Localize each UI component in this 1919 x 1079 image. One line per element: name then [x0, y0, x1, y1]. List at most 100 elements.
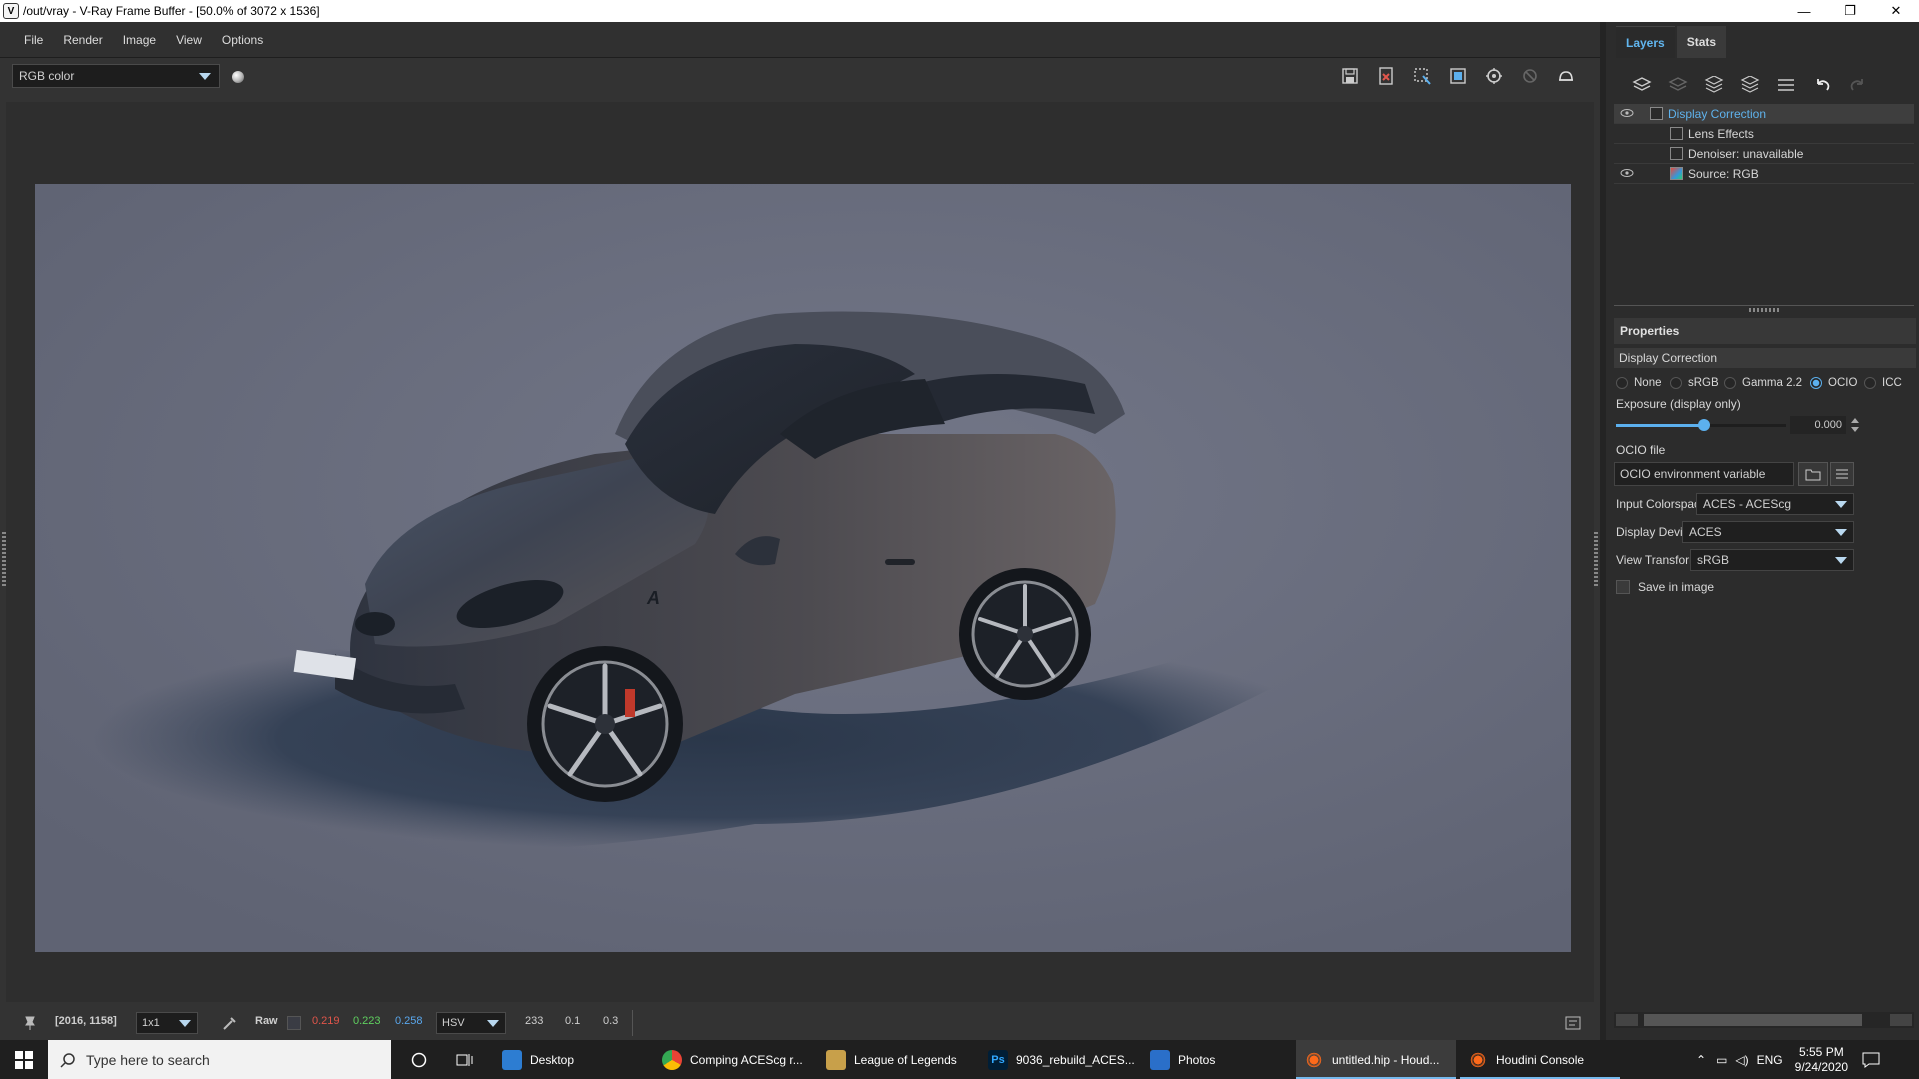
- chevron-down-icon: [1835, 529, 1847, 536]
- taskbar-league[interactable]: League of Legends: [818, 1040, 978, 1079]
- ocio-options-button[interactable]: [1830, 462, 1854, 486]
- menu-image[interactable]: Image: [113, 33, 166, 47]
- properties-header: Properties: [1614, 318, 1916, 344]
- colorspace-dropdown[interactable]: HSV: [436, 1012, 506, 1034]
- input-colorspace-dropdown[interactable]: ACES - ACEScg: [1696, 493, 1854, 515]
- taskbar-desktop[interactable]: Desktop: [494, 1040, 624, 1079]
- photoshop-icon: Ps: [988, 1049, 1008, 1070]
- scroll-right-button[interactable]: [1890, 1014, 1912, 1026]
- sphere-icon[interactable]: [232, 71, 244, 83]
- chrome-icon: [662, 1049, 682, 1070]
- radio-srgb[interactable]: sRGB: [1670, 377, 1719, 389]
- channel-dropdown[interactable]: RGB color: [12, 64, 220, 88]
- close-button[interactable]: ✕: [1873, 0, 1919, 22]
- vray-app-icon: V: [3, 3, 19, 19]
- radio-label: OCIO: [1828, 377, 1858, 389]
- start-button[interactable]: [0, 1040, 48, 1079]
- tab-stats[interactable]: Stats: [1676, 26, 1727, 58]
- menu-render[interactable]: Render: [53, 33, 112, 47]
- layers-tree: Display Correction Lens Effects Denoiser…: [1614, 104, 1914, 184]
- save-layers-icon[interactable]: [1696, 73, 1732, 97]
- log-icon[interactable]: [1565, 1016, 1581, 1030]
- menu-view[interactable]: View: [166, 33, 212, 47]
- photos-icon: [1150, 1049, 1170, 1070]
- rendered-image: A: [35, 184, 1571, 952]
- panel-splitter[interactable]: [1614, 305, 1914, 313]
- chevron-down-icon: [1835, 501, 1847, 508]
- language-indicator[interactable]: ENG: [1757, 1053, 1783, 1067]
- region-render-icon[interactable]: [1404, 64, 1440, 88]
- taskbar-item-label: Houdini Console: [1496, 1052, 1585, 1067]
- track-mouse-icon[interactable]: [1440, 64, 1476, 88]
- exposure-value-field[interactable]: 0.000: [1790, 416, 1846, 434]
- chevron-down-icon: [1835, 557, 1847, 564]
- scroll-left-button[interactable]: [1616, 1014, 1638, 1026]
- clock-time: 5:55 PM: [1799, 1044, 1844, 1059]
- hue-value: 233: [525, 1015, 544, 1027]
- left-panel-grip[interactable]: [2, 532, 6, 588]
- radio-gamma[interactable]: Gamma 2.2: [1724, 377, 1802, 389]
- properties-section-title: Display Correction: [1614, 348, 1916, 368]
- red-value: 0.219: [312, 1015, 340, 1027]
- menu-options[interactable]: Options: [212, 33, 273, 47]
- restore-button[interactable]: ❐: [1827, 0, 1873, 22]
- add-layer-icon[interactable]: [1624, 73, 1660, 97]
- layer-source-rgb[interactable]: Source: RGB: [1614, 164, 1914, 184]
- taskbar-item-label: Desktop: [530, 1052, 575, 1067]
- ocio-file-field[interactable]: OCIO environment variable: [1614, 462, 1794, 486]
- radio-icc[interactable]: ICC: [1864, 377, 1902, 389]
- taskbar-photoshop[interactable]: Ps 9036_rebuild_ACES...: [980, 1040, 1140, 1079]
- taskbar-photos[interactable]: Photos: [1142, 1040, 1292, 1079]
- stop-render-icon[interactable]: [1512, 64, 1548, 88]
- spinner-icon[interactable]: [1850, 416, 1860, 434]
- taskbar-search[interactable]: Type here to search: [48, 1040, 391, 1079]
- menu-file[interactable]: File: [14, 33, 53, 47]
- load-layers-icon[interactable]: [1732, 73, 1768, 97]
- redo-icon[interactable]: [1840, 73, 1876, 97]
- lens-effects-icon: [1670, 127, 1683, 140]
- eye-icon[interactable]: [1620, 168, 1634, 178]
- save-icon[interactable]: [1332, 64, 1368, 88]
- minimize-button[interactable]: —: [1781, 0, 1827, 22]
- list-icon[interactable]: [1768, 73, 1804, 97]
- chevron-up-icon[interactable]: ⌃: [1696, 1053, 1706, 1067]
- taskbar-chrome[interactable]: Comping ACEScg r...: [654, 1040, 814, 1079]
- tab-layers[interactable]: Layers: [1616, 26, 1675, 58]
- eye-icon[interactable]: [1620, 108, 1634, 118]
- pin-icon[interactable]: [22, 1015, 38, 1031]
- display-device-dropdown[interactable]: ACES: [1682, 521, 1854, 543]
- layer-label: Display Correction: [1668, 107, 1767, 121]
- right-panel-grip[interactable]: [1594, 532, 1598, 588]
- clock-date: 9/24/2020: [1794, 1059, 1849, 1074]
- radio-label: sRGB: [1688, 377, 1719, 389]
- layer-denoiser[interactable]: Denoiser: unavailable: [1614, 144, 1914, 164]
- browse-folder-button[interactable]: [1798, 462, 1828, 486]
- sample-size-dropdown[interactable]: 1x1: [136, 1012, 198, 1034]
- layer-display-correction[interactable]: Display Correction: [1614, 104, 1914, 124]
- network-icon[interactable]: ▭: [1716, 1053, 1727, 1067]
- panel-horizontal-scrollbar[interactable]: [1614, 1012, 1914, 1028]
- taskbar-item-label: 9036_rebuild_ACES...: [1016, 1052, 1135, 1067]
- view-transform-dropdown[interactable]: sRGB: [1690, 549, 1854, 571]
- clear-image-icon[interactable]: [1368, 64, 1404, 88]
- exposure-slider-row: 0.000: [1614, 414, 1916, 436]
- radio-none[interactable]: None: [1616, 377, 1662, 389]
- undo-icon[interactable]: [1804, 73, 1840, 97]
- interactive-render-icon[interactable]: [1476, 64, 1512, 88]
- notifications-icon[interactable]: [1862, 1052, 1880, 1068]
- image-viewport[interactable]: A: [6, 102, 1594, 1002]
- render-icon[interactable]: [1548, 64, 1584, 88]
- taskbar-houdini-console[interactable]: Houdini Console: [1460, 1040, 1620, 1079]
- task-view-button[interactable]: [450, 1040, 480, 1079]
- taskbar-houdini[interactable]: untitled.hip - Houd...: [1296, 1040, 1456, 1079]
- layer-lens-effects[interactable]: Lens Effects: [1614, 124, 1914, 144]
- delete-layer-icon[interactable]: [1660, 73, 1696, 97]
- save-in-image-checkbox[interactable]: [1616, 580, 1630, 594]
- volume-icon[interactable]: ◁): [1735, 1053, 1748, 1067]
- color-picker-icon[interactable]: [222, 1015, 238, 1031]
- exposure-slider-knob[interactable]: [1698, 419, 1710, 431]
- clock[interactable]: 5:55 PM 9/24/2020: [1795, 1045, 1848, 1075]
- radio-ocio[interactable]: OCIO: [1810, 377, 1857, 389]
- cortana-button[interactable]: [404, 1040, 434, 1079]
- scroll-thumb[interactable]: [1644, 1014, 1862, 1026]
